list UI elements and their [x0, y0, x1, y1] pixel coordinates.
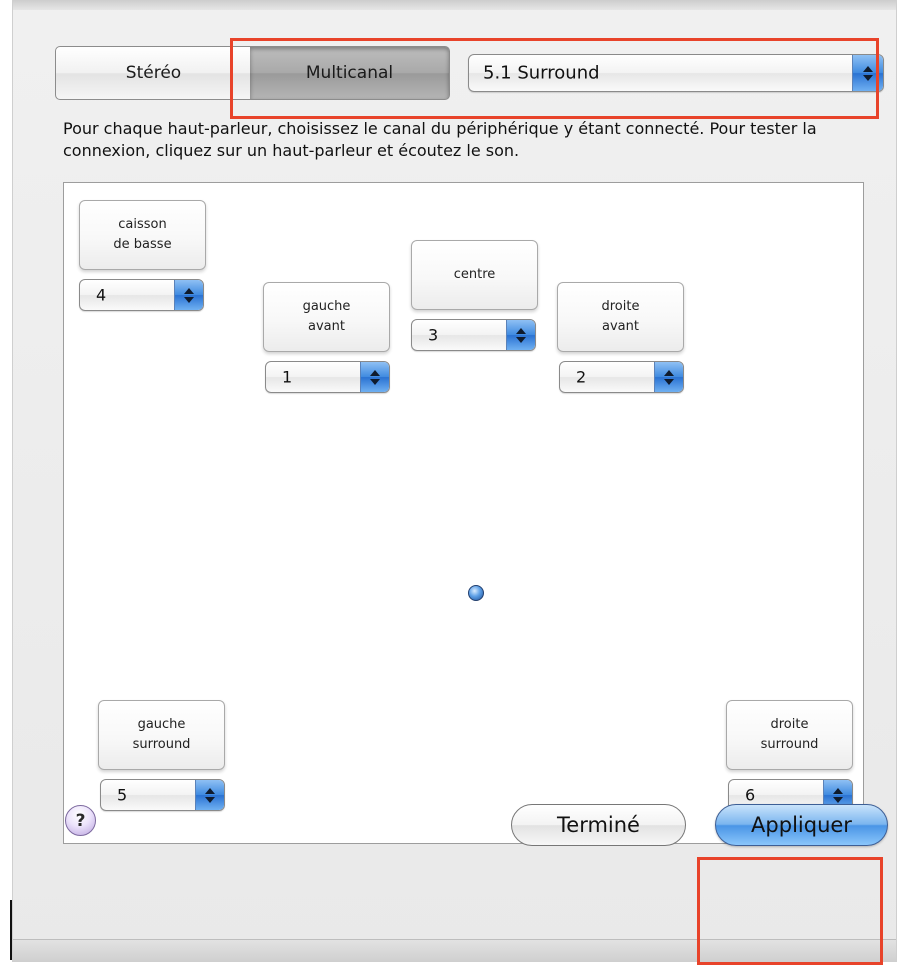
popup-arrows-icon [654, 362, 683, 392]
center-channel-popup[interactable]: 3 [411, 319, 536, 351]
speaker-label-line: surround [132, 737, 191, 752]
channel-value: 5 [117, 785, 128, 805]
popup-arrows-icon [195, 780, 224, 810]
speaker-label-line: surround [760, 737, 819, 752]
popup-arrows-icon [506, 320, 535, 350]
speaker-surround-left[interactable]: gauche surround [98, 700, 225, 770]
multichannel-segment[interactable]: Multicanal [250, 46, 450, 100]
speaker-configuration-popup[interactable]: 5.1 Surround [468, 54, 884, 92]
speaker-front-right[interactable]: droite avant [557, 282, 684, 352]
speaker-front-left[interactable]: gauche avant [263, 282, 390, 352]
speaker-label-line: droite [601, 299, 640, 314]
apply-button[interactable]: Appliquer [715, 804, 888, 846]
front-left-channel-popup[interactable]: 1 [265, 361, 390, 393]
popup-arrows-icon [852, 55, 883, 91]
done-button[interactable]: Terminé [511, 804, 686, 846]
channel-value: 1 [282, 367, 293, 387]
audio-setup-sheet: Stéréo Multicanal 5.1 Surround Pour chaq… [12, 0, 897, 962]
speaker-label-line: avant [308, 319, 345, 334]
speaker-surround-right[interactable]: droite surround [726, 700, 853, 770]
channel-value: 4 [96, 285, 107, 305]
speaker-subwoofer[interactable]: caisson de basse [79, 200, 206, 270]
stereo-segment[interactable]: Stéréo [55, 46, 252, 100]
speaker-label-line: avant [602, 319, 639, 334]
speaker-center[interactable]: centre [411, 240, 538, 310]
speaker-label-line: gauche [137, 717, 186, 732]
help-icon: ? [75, 810, 86, 831]
speaker-layout-area: caisson de basse 4 gauche avant 1 centre… [63, 182, 864, 844]
subwoofer-channel-popup[interactable]: 4 [79, 279, 204, 311]
window-bottom-bar [13, 939, 896, 962]
front-right-channel-popup[interactable]: 2 [559, 361, 684, 393]
speaker-label-line: droite [770, 717, 809, 732]
instructions-text: Pour chaque haut-parleur, choisissez le … [63, 119, 817, 160]
channel-value: 2 [576, 367, 587, 387]
channel-value: 6 [745, 785, 756, 805]
speaker-label-line: de basse [113, 237, 172, 252]
popup-arrows-icon [174, 280, 203, 310]
speaker-label-line: gauche [302, 299, 351, 314]
surround-left-channel-popup[interactable]: 5 [100, 779, 225, 811]
speaker-label-line: centre [453, 267, 496, 282]
speaker-label-line: caisson [118, 217, 167, 232]
channel-value: 3 [428, 325, 439, 345]
speaker-configuration-value: 5.1 Surround [483, 62, 600, 84]
help-button[interactable]: ? [65, 805, 96, 836]
listener-position-icon [468, 585, 484, 601]
popup-arrows-icon [360, 362, 389, 392]
